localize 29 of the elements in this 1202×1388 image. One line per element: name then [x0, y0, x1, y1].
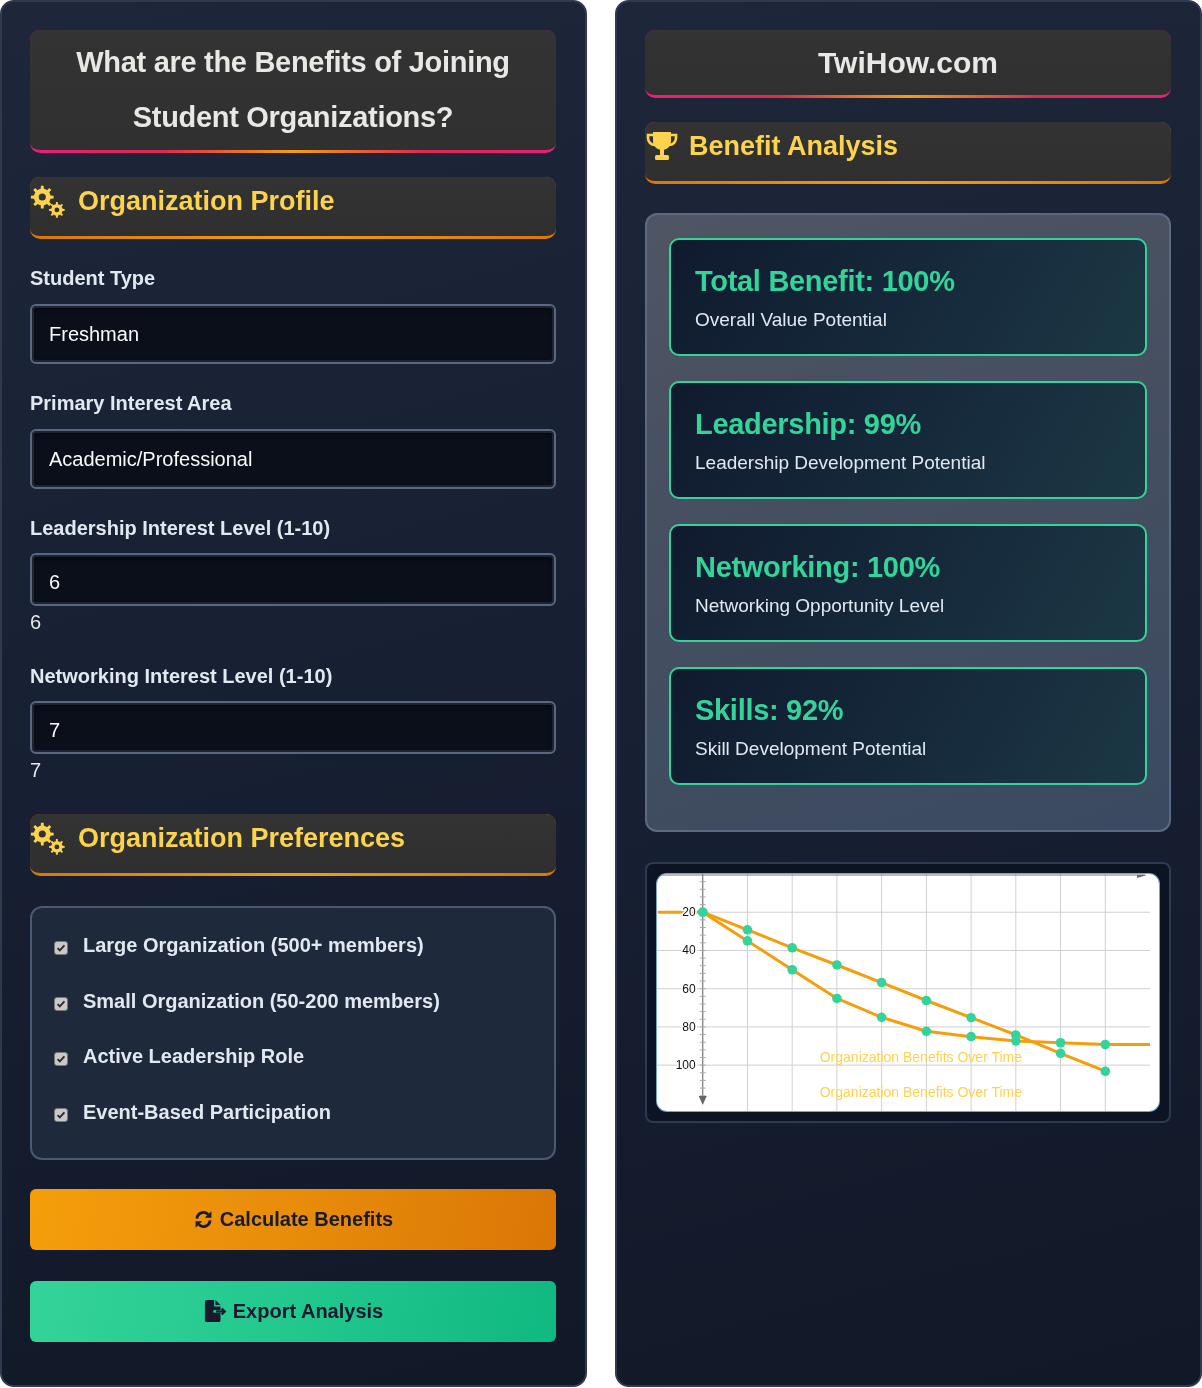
section-heading: Organization Profile — [78, 185, 335, 218]
chart-annotation: Organization Benefits Over Time — [819, 1049, 1023, 1065]
value-readout: 6 — [30, 612, 42, 632]
site-name: TwiHow.com — [818, 46, 998, 79]
result-title: Total Benefit: 100% — [695, 264, 956, 299]
option-label: Event-Based Participation — [83, 1099, 331, 1125]
option-label: Active Leadership Role — [83, 1044, 305, 1069]
result-description: Skill Development Potential — [695, 737, 928, 761]
result-title: Networking: 100% — [695, 550, 941, 585]
axis-tick-label: 40 — [682, 943, 696, 958]
axis-tick-label: 60 — [682, 981, 696, 996]
field-label: Networking Interest Level (1-10) — [30, 664, 333, 688]
chart-annotation: Organization Benefits Over Time — [819, 1084, 1023, 1100]
section-heading: Organization Preferences — [78, 822, 406, 855]
field-label: Student Type — [30, 266, 156, 290]
result-title: Leadership: 99% — [695, 407, 922, 442]
page-title: What are the Benefits of Joining Student Organizations? — [76, 46, 510, 133]
option-label: Small Organization (50-200 members) — [83, 988, 440, 1014]
result-description: Leadership Development Potential — [695, 451, 987, 475]
result-title: Skills: 92% — [695, 693, 845, 728]
result-description: Networking Opportunity Level — [695, 594, 946, 618]
field-label: Leadership Interest Level (1-10) — [30, 516, 331, 540]
section-heading: Benefit Analysis — [689, 130, 899, 163]
axis-tick-label: 80 — [682, 1019, 696, 1034]
field-label: Primary Interest Area — [30, 391, 232, 415]
axis-tick-label: 100 — [675, 1058, 696, 1073]
option-label: Large Organization (500+ members) — [83, 933, 424, 958]
result-description: Overall Value Potential — [695, 308, 888, 332]
value-readout: 7 — [30, 760, 42, 780]
